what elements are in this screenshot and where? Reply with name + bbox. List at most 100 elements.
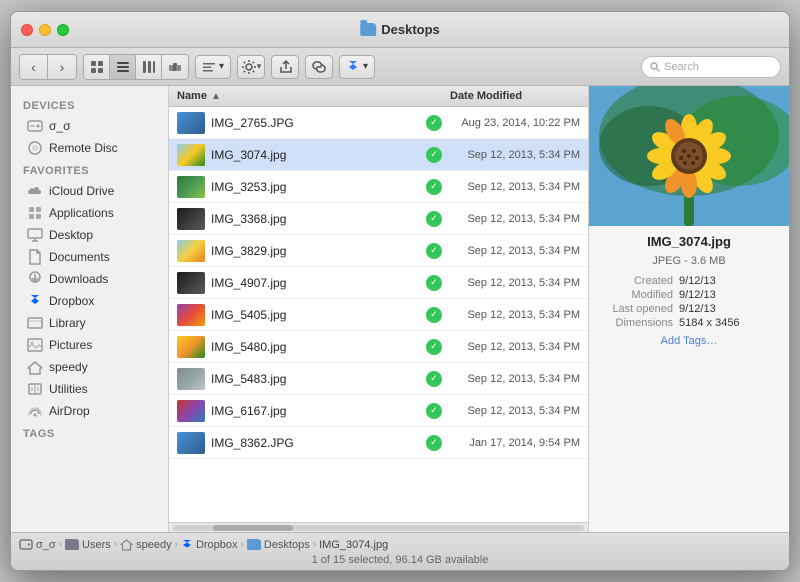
breadcrumb-dropbox-icon bbox=[181, 539, 193, 551]
window-title: Desktops bbox=[360, 22, 440, 37]
file-name: IMG_6167.jpg bbox=[211, 404, 418, 418]
sidebar-item-pictures[interactable]: Pictures bbox=[15, 334, 164, 356]
sidebar-item-applications[interactable]: Applications bbox=[15, 202, 164, 224]
downloads-label: Downloads bbox=[49, 272, 108, 286]
file-date: Sep 12, 2013, 5:34 PM bbox=[450, 277, 580, 289]
speedy-label: speedy bbox=[49, 360, 88, 374]
scrollbar[interactable] bbox=[169, 522, 588, 532]
breadcrumb-filename: IMG_3074.jpg bbox=[319, 539, 388, 551]
file-name: IMG_5483.jpg bbox=[211, 372, 418, 386]
file-thumbnail bbox=[177, 240, 205, 262]
breadcrumb-dropbox: Dropbox bbox=[196, 539, 238, 551]
action-button[interactable]: ▾ bbox=[237, 55, 265, 79]
table-row[interactable]: IMG_6167.jpg✓Sep 12, 2013, 5:34 PM bbox=[169, 395, 588, 427]
icon-view-button[interactable] bbox=[84, 55, 110, 79]
file-name: IMG_3253.jpg bbox=[211, 180, 418, 194]
preview-type: JPEG - 3.6 MB bbox=[599, 255, 779, 267]
breadcrumb-speedy: speedy bbox=[136, 539, 171, 551]
traffic-lights bbox=[21, 24, 69, 36]
pictures-label: Pictures bbox=[49, 338, 92, 352]
close-button[interactable] bbox=[21, 24, 33, 36]
disc-icon bbox=[27, 140, 43, 156]
table-row[interactable]: IMG_3368.jpg✓Sep 12, 2013, 5:34 PM bbox=[169, 203, 588, 235]
hdd-icon bbox=[27, 118, 43, 134]
dropbox-label: Dropbox bbox=[49, 294, 94, 308]
search-placeholder: Search bbox=[664, 61, 699, 73]
table-row[interactable]: IMG_5480.jpg✓Sep 12, 2013, 5:34 PM bbox=[169, 331, 588, 363]
sidebar-item-speedy[interactable]: speedy bbox=[15, 356, 164, 378]
name-column-header[interactable]: Name ▲ bbox=[177, 90, 450, 102]
folder-icon bbox=[360, 23, 376, 36]
sync-status-icon: ✓ bbox=[426, 115, 442, 131]
table-row[interactable]: IMG_5405.jpg✓Sep 12, 2013, 5:34 PM bbox=[169, 299, 588, 331]
last-opened-label: Last opened bbox=[599, 303, 679, 315]
file-date: Sep 12, 2013, 5:34 PM bbox=[450, 245, 580, 257]
link-icon bbox=[312, 60, 326, 74]
sidebar-item-airdrop[interactable]: AirDrop bbox=[15, 400, 164, 422]
share-button[interactable] bbox=[271, 55, 299, 79]
sidebar-item-downloads[interactable]: Downloads bbox=[15, 268, 164, 290]
utilities-label: Utilities bbox=[49, 382, 88, 396]
list-view-button[interactable] bbox=[110, 55, 136, 79]
link-button[interactable] bbox=[305, 55, 333, 79]
doc-icon bbox=[27, 249, 43, 265]
sidebar-item-dropbox[interactable]: Dropbox bbox=[15, 290, 164, 312]
created-row: Created 9/12/13 bbox=[599, 275, 779, 287]
table-row[interactable]: IMG_3074.jpg✓Sep 12, 2013, 5:34 PM bbox=[169, 139, 588, 171]
sidebar-item-macintosh[interactable]: σ_σ bbox=[15, 115, 164, 137]
sync-status-icon: ✓ bbox=[426, 307, 442, 323]
file-thumbnail bbox=[177, 432, 205, 454]
file-list: IMG_2765.JPG✓Aug 23, 2014, 10:22 PMIMG_3… bbox=[169, 107, 588, 522]
table-row[interactable]: IMG_3253.jpg✓Sep 12, 2013, 5:34 PM bbox=[169, 171, 588, 203]
file-date: Sep 12, 2013, 5:34 PM bbox=[450, 181, 580, 193]
file-thumbnail bbox=[177, 336, 205, 358]
add-tags-button[interactable]: Add Tags… bbox=[599, 335, 779, 347]
column-view-button[interactable] bbox=[136, 55, 162, 79]
pictures-icon bbox=[27, 337, 43, 353]
date-column-header[interactable]: Date Modified bbox=[450, 90, 580, 102]
cover-flow-button[interactable] bbox=[162, 55, 188, 79]
breadcrumb-folder-1 bbox=[65, 539, 79, 550]
file-date: Sep 12, 2013, 5:34 PM bbox=[450, 309, 580, 321]
documents-label: Documents bbox=[49, 250, 110, 264]
preview-filename: IMG_3074.jpg bbox=[599, 234, 779, 249]
breadcrumb-folder-2 bbox=[247, 539, 261, 550]
scrollbar-thumb[interactable] bbox=[213, 525, 293, 531]
app-icon bbox=[27, 205, 43, 221]
applications-label: Applications bbox=[49, 206, 114, 220]
back-button[interactable]: ‹ bbox=[20, 55, 48, 79]
table-row[interactable]: IMG_5483.jpg✓Sep 12, 2013, 5:34 PM bbox=[169, 363, 588, 395]
sync-status-icon: ✓ bbox=[426, 211, 442, 227]
modified-value: 9/12/13 bbox=[679, 289, 716, 301]
library-icon bbox=[27, 315, 43, 331]
file-date: Sep 12, 2013, 5:34 PM bbox=[450, 341, 580, 353]
breadcrumb-desktops: Desktops bbox=[264, 539, 310, 551]
breadcrumb-arrow-4: › bbox=[241, 539, 244, 550]
maximize-button[interactable] bbox=[57, 24, 69, 36]
created-value: 9/12/13 bbox=[679, 275, 716, 287]
breadcrumb-arrow-3: › bbox=[175, 539, 178, 550]
sync-status-icon: ✓ bbox=[426, 403, 442, 419]
sidebar-item-documents[interactable]: Documents bbox=[15, 246, 164, 268]
table-row[interactable]: IMG_3829.jpg✓Sep 12, 2013, 5:34 PM bbox=[169, 235, 588, 267]
breadcrumb-machine: σ_σ bbox=[36, 539, 56, 551]
file-name: IMG_3074.jpg bbox=[211, 148, 418, 162]
sidebar-item-library[interactable]: Library bbox=[15, 312, 164, 334]
forward-button[interactable]: › bbox=[48, 55, 76, 79]
dropbox-button[interactable]: ▾ bbox=[339, 55, 375, 79]
list-icon bbox=[116, 60, 130, 74]
sidebar-item-desktop[interactable]: Desktop bbox=[15, 224, 164, 246]
share-icon bbox=[278, 60, 292, 74]
minimize-button[interactable] bbox=[39, 24, 51, 36]
sidebar-item-icloud[interactable]: iCloud Drive bbox=[15, 180, 164, 202]
created-label: Created bbox=[599, 275, 679, 287]
table-row[interactable]: IMG_2765.JPG✓Aug 23, 2014, 10:22 PM bbox=[169, 107, 588, 139]
table-row[interactable]: IMG_8362.JPG✓Jan 17, 2014, 9:54 PM bbox=[169, 427, 588, 459]
search-box[interactable]: Search bbox=[641, 56, 781, 78]
arrange-button[interactable]: ▾ bbox=[195, 55, 231, 79]
sidebar-item-remote-disc[interactable]: Remote Disc bbox=[15, 137, 164, 159]
column-icon bbox=[142, 60, 156, 74]
finder-window: Desktops ‹ › bbox=[10, 11, 790, 571]
sidebar-item-utilities[interactable]: Utilities bbox=[15, 378, 164, 400]
table-row[interactable]: IMG_4907.jpg✓Sep 12, 2013, 5:34 PM bbox=[169, 267, 588, 299]
